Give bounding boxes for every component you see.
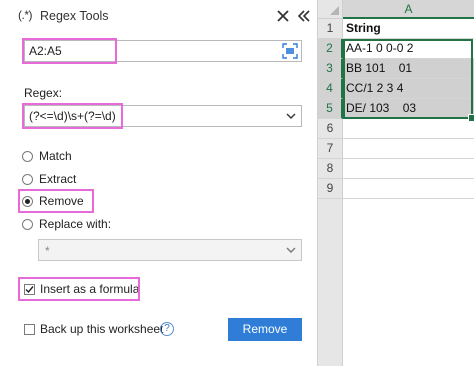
replace-with-select[interactable]: * — [38, 239, 302, 261]
row-header[interactable]: 3 — [318, 59, 343, 79]
regex-tools-panel: (.*) Regex Tools Regex: Match Extract — [0, 0, 318, 366]
checkmark-icon — [25, 286, 34, 294]
row-header[interactable]: 7 — [318, 139, 343, 159]
replace-with-value: * — [45, 244, 50, 258]
insert-formula-label: Insert as a formula — [40, 282, 140, 296]
title-bar: (.*) Regex Tools — [0, 0, 318, 32]
close-icon[interactable] — [276, 5, 290, 27]
selection-outline — [343, 39, 473, 119]
range-field[interactable] — [24, 40, 302, 62]
remove-radio[interactable] — [22, 196, 33, 207]
backup-label: Back up this worksheet — [40, 322, 164, 336]
range-select-icon[interactable] — [282, 43, 298, 59]
backup-checkbox[interactable] — [24, 324, 35, 335]
row-header[interactable]: 2 — [318, 39, 343, 59]
row-header[interactable]: 1 — [318, 19, 343, 39]
help-icon[interactable]: ? — [160, 322, 174, 336]
remove-button[interactable]: Remove — [228, 318, 302, 341]
cell-a9[interactable] — [343, 179, 474, 199]
column-header-a[interactable]: A — [343, 0, 474, 19]
extract-label: Extract — [39, 172, 77, 186]
chevron-down-icon[interactable] — [285, 244, 297, 256]
row-header[interactable]: 9 — [318, 179, 343, 199]
chevron-down-icon[interactable] — [285, 110, 297, 122]
double-chevron-left-icon[interactable] — [297, 5, 311, 27]
worksheet: A 1 2 3 4 5 6 7 8 9 String AA-1 0 0-0 2 … — [318, 0, 474, 366]
panel-divider — [317, 0, 318, 366]
cell-a7[interactable] — [343, 139, 474, 159]
replace-label: Replace with: — [39, 217, 112, 231]
extract-radio[interactable] — [22, 174, 33, 185]
match-label: Match — [39, 149, 72, 163]
row-header[interactable]: 5 — [318, 99, 343, 119]
row-header[interactable]: 8 — [318, 159, 343, 179]
replace-radio[interactable] — [22, 219, 33, 230]
panel-title: Regex Tools — [40, 9, 109, 23]
insert-formula-checkbox[interactable] — [24, 284, 35, 295]
regex-tools-logo-icon: (.*) — [18, 8, 33, 22]
range-input[interactable] — [29, 43, 269, 59]
regex-input[interactable] — [29, 108, 269, 124]
match-radio[interactable] — [22, 151, 33, 162]
regex-field[interactable] — [24, 105, 302, 127]
row-header[interactable]: 6 — [318, 119, 343, 139]
fill-handle[interactable] — [468, 114, 474, 122]
select-all-corner[interactable] — [318, 0, 343, 19]
cell-a1[interactable]: String — [343, 19, 474, 39]
regex-label: Regex: — [24, 86, 63, 100]
cell-a8[interactable] — [343, 159, 474, 179]
cell-a6[interactable] — [343, 119, 474, 139]
row-header[interactable]: 4 — [318, 79, 343, 99]
select-all-icon — [330, 6, 339, 15]
row-header-filler — [318, 199, 343, 366]
remove-label: Remove — [39, 194, 84, 208]
